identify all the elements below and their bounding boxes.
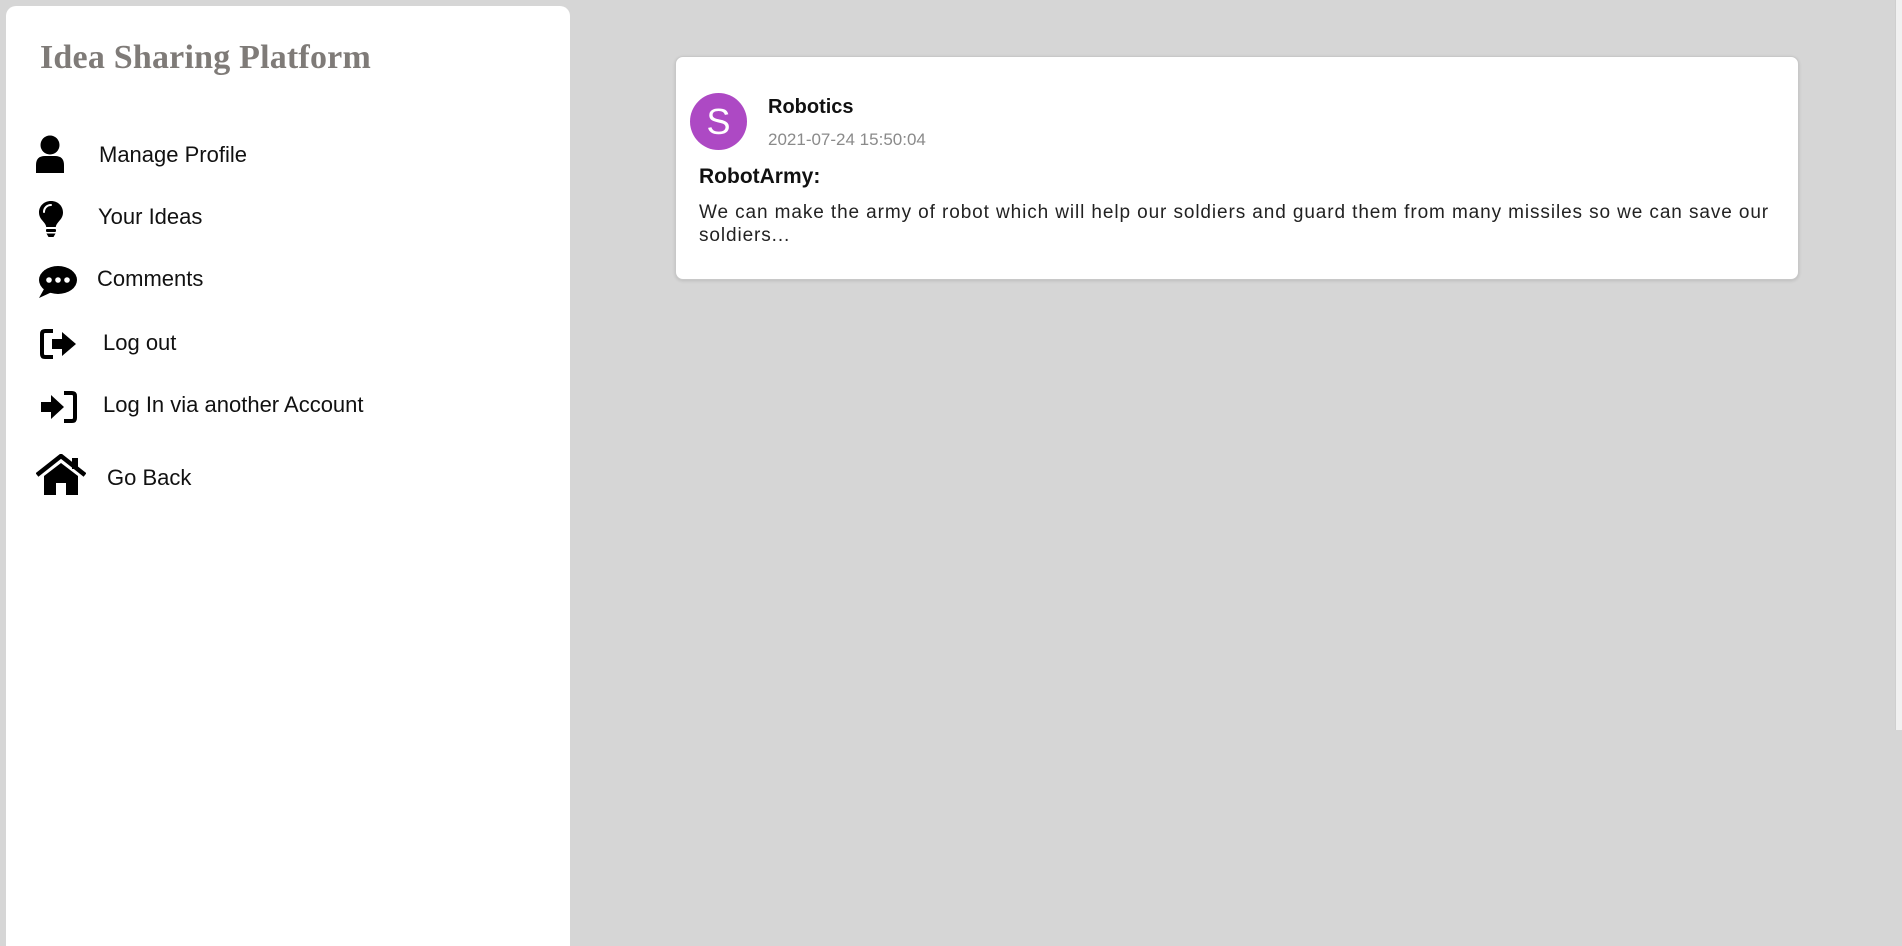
comment-dots-icon xyxy=(39,266,77,298)
user-icon xyxy=(36,135,64,173)
sign-in-icon xyxy=(41,391,77,423)
sidebar-item-label: Manage Profile xyxy=(99,142,247,167)
sidebar-item-label: Comments xyxy=(97,266,204,291)
lightbulb-icon xyxy=(39,201,63,237)
sidebar-item-label: Go Back xyxy=(107,465,192,490)
sidebar-item-manage-profile[interactable]: Manage Profile xyxy=(6,132,546,180)
sidebar-item-go-back[interactable]: Go Back xyxy=(6,450,546,498)
main-content: S Robotics 2021-07-24 15:50:04 RobotArmy… xyxy=(570,0,1902,930)
app-title: Idea Sharing Platform xyxy=(40,39,371,76)
sidebar-item-label: Your Ideas xyxy=(98,204,203,229)
scrollbar[interactable] xyxy=(1895,0,1902,730)
sidebar-item-log-out[interactable]: Log out xyxy=(6,320,546,368)
sidebar-item-log-in-another-account[interactable]: Log In via another Account xyxy=(6,383,546,431)
idea-description: We can make the army of robot which will… xyxy=(699,202,1770,246)
idea-title: RobotArmy: xyxy=(699,165,821,188)
sidebar-item-label: Log out xyxy=(103,330,177,355)
idea-timestamp: 2021-07-24 15:50:04 xyxy=(768,130,926,149)
sidebar-item-your-ideas[interactable]: Your Ideas xyxy=(6,194,546,242)
home-icon xyxy=(36,454,86,495)
sidebar-item-label: Log In via another Account xyxy=(103,392,364,417)
avatar: S xyxy=(690,93,747,150)
sign-out-icon xyxy=(40,329,76,359)
idea-card[interactable]: S Robotics 2021-07-24 15:50:04 RobotArmy… xyxy=(675,56,1799,280)
sidebar-item-comments[interactable]: Comments xyxy=(6,258,546,306)
sidebar: Idea Sharing Platform Manage Profile You… xyxy=(6,6,570,946)
idea-category: Robotics xyxy=(768,96,854,118)
